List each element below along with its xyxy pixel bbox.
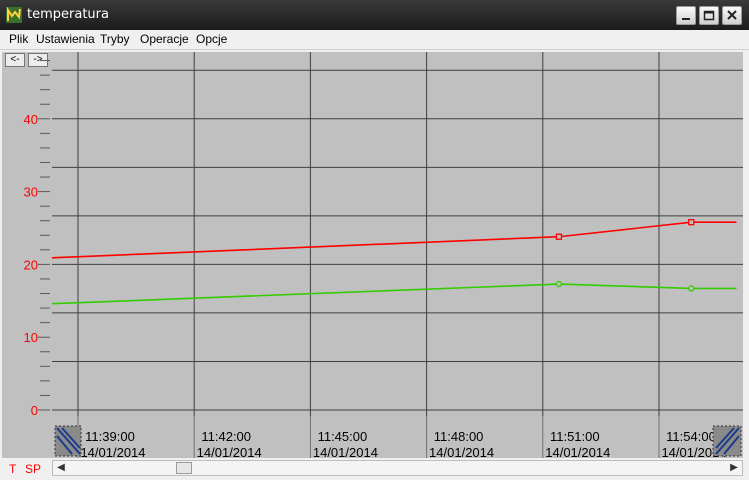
- scroll-thumb[interactable]: [176, 462, 192, 474]
- y-tick-label: 40: [24, 112, 38, 127]
- series-point-marker: [555, 280, 563, 288]
- y-tick-label: 10: [24, 330, 38, 345]
- x-tick-date-label: 14/01/2014: [313, 445, 378, 460]
- y-tick-label: 30: [24, 185, 38, 200]
- legend-t: T: [9, 462, 17, 476]
- legend-sp: SP: [25, 462, 42, 476]
- x-tick-date-label: 14/01/2014: [197, 445, 262, 460]
- left-pan-handle-icon[interactable]: [54, 425, 82, 457]
- y-tick-label: 0: [31, 403, 38, 418]
- chart[interactable]: 403020100 11:39:0014/01/201411:42:0014/0…: [0, 0, 749, 480]
- x-tick-time-label: 11:54:00: [666, 429, 716, 444]
- scroll-left-arrow-icon[interactable]: ◀: [53, 461, 69, 475]
- x-tick-time-label: 11:39:00: [85, 429, 135, 444]
- y-tick-label: 20: [24, 257, 38, 272]
- x-tick-date-label: 14/01/2014: [429, 445, 494, 460]
- x-tick-time-label: 11:42:00: [201, 429, 251, 444]
- right-pan-handle-icon[interactable]: [712, 425, 742, 457]
- scroll-right-arrow-icon[interactable]: ▶: [726, 461, 742, 475]
- series-point-marker: [555, 233, 563, 240]
- x-tick-date-label: 14/01/2014: [545, 445, 610, 460]
- x-tick-time-label: 11:51:00: [550, 429, 600, 444]
- horizontal-scrollbar[interactable]: ◀ ▶: [52, 460, 743, 476]
- x-tick-time-label: 11:48:00: [434, 429, 484, 444]
- x-tick-time-label: 11:45:00: [318, 429, 368, 444]
- x-tick-date-label: 14/01/2014: [80, 445, 145, 460]
- series-point-marker: [688, 219, 695, 226]
- series-point-marker: [688, 285, 695, 292]
